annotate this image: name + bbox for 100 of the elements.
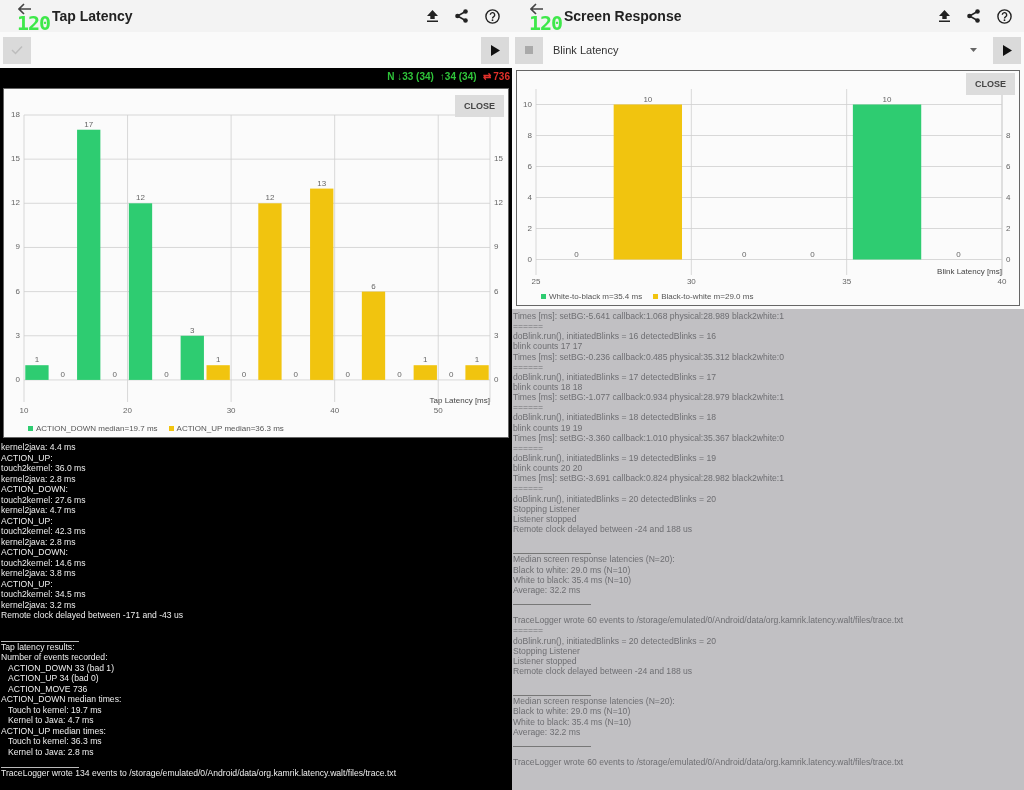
log-line: doBlink.run(), initiatedBlinks = 19 detectedBlinks = 19 xyxy=(513,452,718,464)
bar xyxy=(180,335,204,380)
bar-value-label: 0 xyxy=(810,249,815,259)
log-line: blink counts 18 18 xyxy=(513,382,584,393)
play-button[interactable] xyxy=(481,36,509,64)
axis-tick-label: 12 xyxy=(11,198,20,208)
check-icon xyxy=(11,45,23,55)
share-icon[interactable] xyxy=(455,9,468,23)
bar-value-label: 1 xyxy=(423,355,428,365)
log-line: doBlink.run(), initiatedBlinks = 18 detectedBlinks = 18 xyxy=(513,412,718,423)
log-line: Times [ms]: setBG:-3.691 callback:0.824 physical:28.982 black2white:1 xyxy=(513,473,785,484)
bar xyxy=(413,365,437,380)
axis-tick-label: 0 xyxy=(1006,254,1011,264)
bar-value-label: 0 xyxy=(60,369,66,379)
log-line: blink counts 20 20 xyxy=(513,463,584,474)
log-line: doBlink.run(), initiatedBlinks = 16 detectedBlinks = 16 xyxy=(513,331,718,342)
log-line: Black to white: 29.0 ms (N=10) xyxy=(513,706,632,717)
log-line: touch2kernel: 27.6 ms xyxy=(1,494,87,505)
bar-value-label: 0 xyxy=(164,369,169,379)
log-line: ====== xyxy=(513,625,545,636)
event-count: N ↓33 (34) xyxy=(387,71,434,82)
bar-value-label: 1 xyxy=(474,355,480,365)
axis-tick-label: 4 xyxy=(1006,192,1011,202)
axis-tick-label: 20 xyxy=(123,406,132,415)
upload-icon[interactable] xyxy=(939,10,950,22)
screen-title: Tap Latency xyxy=(52,8,133,24)
log-line: Stopping Listener xyxy=(513,645,581,656)
log-line: kernel2java: 2.8 ms xyxy=(1,536,77,547)
log-line: Number of events recorded: xyxy=(1,652,109,663)
bar-value-label: 6 xyxy=(371,281,376,291)
log-line: Stopping Listener xyxy=(513,503,581,514)
log-line: ACTION_DOWN median times: xyxy=(1,694,123,705)
axis-tick-label: 15 xyxy=(494,154,503,164)
close-button[interactable]: CLOSE xyxy=(966,73,1015,95)
bar xyxy=(465,365,489,380)
log-line: Median screen response latencies (N=20): xyxy=(513,554,676,565)
axis-title: Tap Latency [ms] xyxy=(429,396,490,405)
log-line: ACTION_UP: xyxy=(1,578,54,589)
axis-tick-label: 9 xyxy=(15,242,20,252)
bar-value-label: 13 xyxy=(317,178,327,188)
log-line: blink counts 17 17 xyxy=(513,341,584,352)
upload-icon[interactable] xyxy=(427,10,438,22)
axis-tick-label: 4 xyxy=(527,192,532,202)
back-icon[interactable] xyxy=(530,3,544,15)
back-icon[interactable] xyxy=(18,3,32,15)
axis-title: Blink Latency [ms] xyxy=(937,267,1002,276)
log-line: Remote clock delayed between -24 and 188 us xyxy=(513,523,694,535)
log-line: Tap latency results: xyxy=(1,641,76,652)
log-line: touch2kernel: 42.3 ms xyxy=(1,526,87,537)
play-button[interactable] xyxy=(993,36,1021,64)
log-line: touch2kernel: 14.6 ms xyxy=(1,557,87,568)
axis-tick-label: 12 xyxy=(494,198,503,208)
stop-icon xyxy=(525,46,533,54)
bar xyxy=(206,365,230,380)
log-line: ====== xyxy=(513,483,545,494)
bar-value-label: 0 xyxy=(241,369,247,379)
axis-tick-label: 18 xyxy=(11,110,20,119)
bar-value-label: 1 xyxy=(215,355,221,365)
log-line: ACTION_DOWN: xyxy=(1,547,69,558)
log-line: touch2kernel: 34.5 ms xyxy=(1,589,87,600)
screen-title: Screen Response xyxy=(564,8,682,24)
refresh-rate-overlay: 120 xyxy=(17,15,51,32)
bar-value-label: 10 xyxy=(643,94,653,104)
start-button[interactable] xyxy=(515,36,543,64)
log-line: Touch to kernel: 36.3 ms xyxy=(7,736,103,747)
axis-tick-label: 0 xyxy=(494,374,499,384)
axis-tick-label: 10 xyxy=(19,406,29,415)
log-line: doBlink.run(), initiatedBlinks = 20 detectedBlinks = 20 xyxy=(513,493,718,504)
log-line: kernel2java: 2.8 ms xyxy=(1,473,77,484)
log-line: ACTION_DOWN: xyxy=(1,484,69,495)
bar-value-label: 0 xyxy=(956,249,961,259)
log-line: blink counts 19 19 xyxy=(513,422,584,433)
log-line: TraceLogger wrote 134 events to /storage/emulated/0/Android/data/org.kamrik.latency.walt/files/trace.txt xyxy=(1,767,398,778)
bar-value-label: 0 xyxy=(574,249,579,259)
log-line: Remote clock delayed between -171 and -43 us xyxy=(1,610,184,621)
legend-label: Black-to-white m=29.0 ms xyxy=(661,291,754,301)
share-icon[interactable] xyxy=(967,9,980,23)
log-line: ACTION_UP median times: xyxy=(1,725,107,736)
log-line: ACTION_DOWN 33 (bad 1) xyxy=(7,662,116,673)
log-line: Times [ms]: setBG:-3.360 callback:1.010 physical:35.367 black2white:0 xyxy=(513,432,785,443)
start-button[interactable] xyxy=(3,36,31,64)
axis-tick-label: 40 xyxy=(997,277,1007,286)
axis-tick-label: 6 xyxy=(494,286,499,296)
bar xyxy=(25,365,49,380)
bar-value-label: 12 xyxy=(136,193,145,203)
log-line: ACTION_UP 34 (bad 0) xyxy=(7,673,100,684)
legend-label: ACTION_UP median=36.3 ms xyxy=(176,423,284,433)
axis-tick-label: 9 xyxy=(494,242,499,252)
close-button[interactable]: CLOSE xyxy=(455,95,504,117)
help-icon[interactable] xyxy=(485,8,500,24)
help-icon[interactable] xyxy=(997,8,1012,24)
log-line: doBlink.run(), initiatedBlinks = 20 detectedBlinks = 20 xyxy=(513,635,718,646)
log-line: Touch to kernel: 19.7 ms xyxy=(7,704,103,715)
axis-tick-label: 2 xyxy=(1006,223,1011,233)
log-line: ACTION_MOVE 736 xyxy=(7,683,89,694)
log-line: White to black: 35.4 ms (N=10) xyxy=(513,574,633,585)
axis-tick-label: 0 xyxy=(527,254,532,264)
log-line: kernel2java: 3.8 ms xyxy=(1,568,77,579)
log-line: ====== xyxy=(513,321,545,332)
log-line: ACTION_UP: xyxy=(1,515,54,526)
